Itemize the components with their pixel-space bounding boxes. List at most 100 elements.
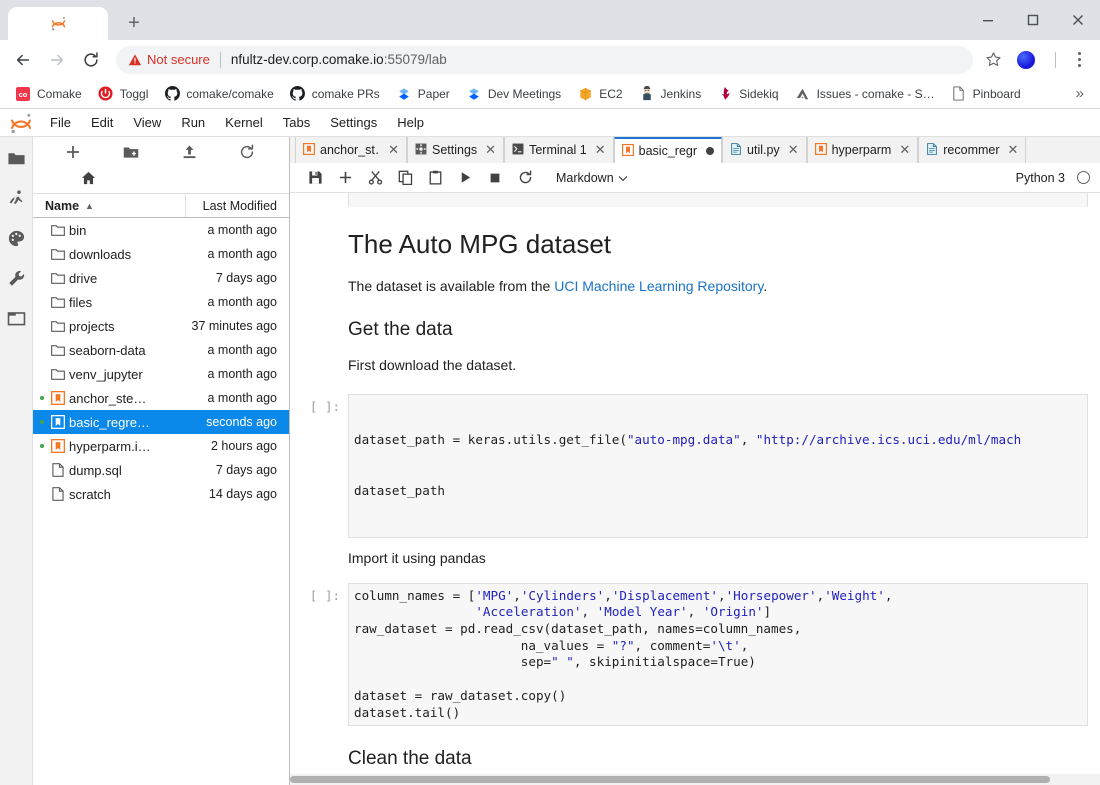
cut-cell-button[interactable] <box>360 165 390 191</box>
bookmark-sidekiq[interactable]: Sidekiq <box>710 83 785 105</box>
home-icon[interactable] <box>81 171 96 190</box>
uci-repository-link[interactable]: UCI Machine Learning Repository <box>554 278 763 294</box>
bookmarks-overflow-button[interactable]: » <box>1068 85 1092 102</box>
bookmark-toggl[interactable]: Toggl <box>91 83 156 105</box>
kernel-status-icon[interactable] <box>1077 171 1090 184</box>
list-item[interactable]: basic_regre… seconds ago <box>33 410 289 434</box>
refresh-button[interactable] <box>229 139 265 165</box>
markdown-output[interactable]: Import it using pandas <box>348 548 1088 569</box>
cell-markdown-clean-data[interactable]: Clean the data The dataset contains a fe… <box>290 726 1088 774</box>
notebook-scroll-area[interactable]: print(tf.__version__) The Auto MPG datas… <box>290 193 1100 774</box>
markdown-output[interactable]: The Auto MPG dataset The dataset is avai… <box>348 229 1088 376</box>
cell-markdown-auto-mpg[interactable]: The Auto MPG dataset The dataset is avai… <box>290 207 1088 390</box>
kernel-name[interactable]: Python 3 <box>1016 171 1065 185</box>
tab-settings[interactable]: Settings ✕ <box>407 137 504 163</box>
sidebar-item-open-tabs[interactable] <box>0 301 33 341</box>
cell-markdown-import-pandas[interactable]: Import it using pandas <box>290 538 1088 583</box>
notebook-horizontal-scrollbar[interactable] <box>290 774 1100 785</box>
bookmark-issues-comake[interactable]: Issues - comake - S… <box>788 83 942 105</box>
save-button[interactable] <box>300 165 330 191</box>
bookmark-pinboard[interactable]: Pinboard <box>944 83 1028 105</box>
code-editor[interactable]: dataset_path = keras.utils.get_file("aut… <box>348 394 1088 538</box>
code-editor[interactable]: column_names = ['MPG','Cylinders','Displ… <box>348 583 1088 727</box>
close-icon[interactable]: ✕ <box>482 142 496 158</box>
column-header-name[interactable]: Name ▲ <box>33 199 185 213</box>
breadcrumb[interactable] <box>33 167 289 193</box>
list-item[interactable]: scratch 14 days ago <box>33 482 289 506</box>
code-editor[interactable]: print(tf.__version__) <box>348 193 1088 207</box>
tab-basic-regression[interactable]: basic_regr <box>614 137 722 163</box>
sidebar-item-file-browser[interactable] <box>0 141 33 181</box>
bookmark-jenkins[interactable]: Jenkins <box>632 83 709 105</box>
menu-edit[interactable]: Edit <box>81 109 123 137</box>
cell-code-dataset-path[interactable]: [ ]: dataset_path = keras.utils.get_file… <box>290 394 1088 538</box>
list-item[interactable]: venv_jupyter a month ago <box>33 362 289 386</box>
bookmark-comake-repo[interactable]: comake/comake <box>157 83 280 105</box>
reload-button[interactable] <box>76 45 106 75</box>
minimize-button[interactable] <box>965 0 1010 40</box>
close-button[interactable] <box>1055 0 1100 40</box>
menu-tabs[interactable]: Tabs <box>273 109 320 137</box>
forward-button[interactable] <box>42 45 72 75</box>
column-header-last-modified[interactable]: Last Modified <box>185 194 289 217</box>
close-icon[interactable]: ✕ <box>592 142 606 158</box>
bookmark-star-icon[interactable] <box>979 46 1007 74</box>
list-item[interactable]: bin a month ago <box>33 218 289 242</box>
close-icon[interactable]: ✕ <box>896 142 910 158</box>
list-item[interactable]: drive 7 days ago <box>33 266 289 290</box>
menu-file[interactable]: File <box>40 109 81 137</box>
tab-terminal-1[interactable]: Terminal 1 ✕ <box>504 137 614 163</box>
copy-cell-button[interactable] <box>390 165 420 191</box>
list-item[interactable]: anchor_ste… a month ago <box>33 386 289 410</box>
restart-kernel-button[interactable] <box>510 165 540 191</box>
notebook-vertical-scrollbar[interactable] <box>1088 193 1100 774</box>
close-icon[interactable]: ✕ <box>1005 142 1019 158</box>
list-item[interactable]: hyperparm.i… 2 hours ago <box>33 434 289 458</box>
cell-code-column-names[interactable]: [ ]: column_names = ['MPG','Cylinders','… <box>290 583 1088 727</box>
bookmark-paper[interactable]: Paper <box>389 83 457 105</box>
maximize-button[interactable] <box>1010 0 1055 40</box>
list-item[interactable]: files a month ago <box>33 290 289 314</box>
close-icon[interactable]: ✕ <box>385 142 399 158</box>
run-cell-button[interactable] <box>450 165 480 191</box>
new-launcher-button[interactable] <box>55 139 91 165</box>
list-item[interactable]: seaborn-data a month ago <box>33 338 289 362</box>
bookmark-ec2[interactable]: EC2 <box>570 83 629 105</box>
sidebar-item-commands[interactable] <box>0 221 33 261</box>
markdown-output[interactable]: Clean the data The dataset contains a fe… <box>348 748 1088 774</box>
menu-kernel[interactable]: Kernel <box>215 109 273 137</box>
tab-util-py[interactable]: util.py ✕ <box>722 137 807 163</box>
paste-cell-button[interactable] <box>420 165 450 191</box>
sidebar-item-running[interactable] <box>0 181 33 221</box>
menu-help[interactable]: Help <box>387 109 434 137</box>
close-icon[interactable]: ✕ <box>785 142 799 158</box>
interrupt-kernel-button[interactable] <box>480 165 510 191</box>
not-secure-indicator[interactable]: Not secure <box>128 52 210 67</box>
new-folder-button[interactable] <box>113 139 149 165</box>
scrollbar-thumb[interactable] <box>290 776 1050 783</box>
upload-button[interactable] <box>171 139 207 165</box>
bookmark-comake[interactable]: co Comake <box>8 83 89 105</box>
bookmark-comake-prs[interactable]: comake PRs <box>283 83 387 105</box>
new-tab-button[interactable]: + <box>120 9 148 37</box>
address-bar[interactable]: Not secure nfultz-dev.corp.comake.io:550… <box>116 46 973 74</box>
tab-anchor-steps[interactable]: anchor_st… ✕ <box>295 137 407 163</box>
list-item[interactable]: projects 37 minutes ago <box>33 314 289 338</box>
cell-type-dropdown[interactable]: Markdown <box>552 169 632 187</box>
list-item[interactable]: downloads a month ago <box>33 242 289 266</box>
list-item[interactable]: dump.sql 7 days ago <box>33 458 289 482</box>
menu-view[interactable]: View <box>123 109 171 137</box>
back-button[interactable] <box>8 45 38 75</box>
menu-run[interactable]: Run <box>171 109 215 137</box>
sidebar-item-property-inspector[interactable] <box>0 261 33 301</box>
bookmark-dev-meetings[interactable]: Dev Meetings <box>459 83 568 105</box>
tab-hyperparm[interactable]: hyperparm ✕ <box>807 137 919 163</box>
unsaved-changes-indicator[interactable] <box>706 147 714 155</box>
menu-settings[interactable]: Settings <box>320 109 387 137</box>
browser-tab[interactable] <box>8 7 108 40</box>
cell-code-partial[interactable]: print(tf.__version__) <box>290 193 1088 207</box>
insert-cell-button[interactable] <box>330 165 360 191</box>
profile-avatar[interactable] <box>1017 51 1035 69</box>
browser-menu-button[interactable] <box>1066 46 1092 74</box>
tab-recommender[interactable]: recommer ✕ <box>918 137 1026 163</box>
